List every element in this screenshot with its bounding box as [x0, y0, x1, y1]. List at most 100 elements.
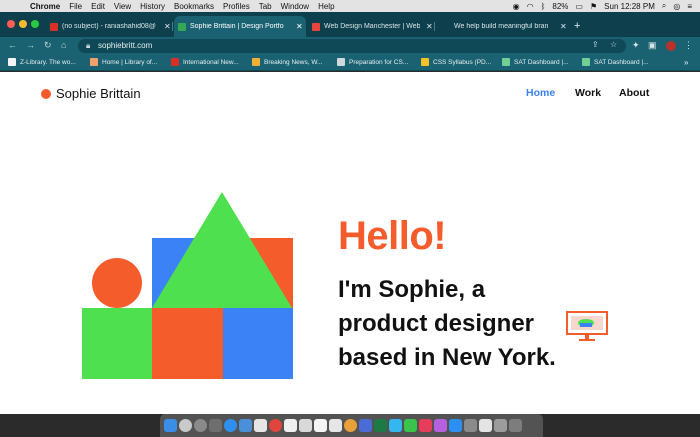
- tab-web-design-manchester[interactable]: Web Design Manchester | Web ✕: [308, 16, 434, 37]
- profile-avatar[interactable]: [666, 41, 676, 51]
- menu-help[interactable]: Help: [318, 2, 334, 11]
- messages-icon[interactable]: [389, 419, 402, 432]
- bookmark-label: Z-Library. The wo...: [20, 58, 76, 66]
- battery-percent[interactable]: 82%: [552, 2, 568, 11]
- rocket-icon[interactable]: [209, 419, 222, 432]
- finder-icon[interactable]: [164, 419, 177, 432]
- bookmark-item[interactable]: SAT Dashboard |...: [502, 58, 569, 66]
- side-panel-icon[interactable]: ▣: [648, 40, 657, 51]
- close-tab-icon[interactable]: ✕: [164, 22, 171, 31]
- menu-window[interactable]: Window: [281, 2, 309, 11]
- calendar-icon[interactable]: [284, 419, 297, 432]
- logo-dot-icon: [41, 88, 51, 99]
- menu-file[interactable]: File: [69, 2, 82, 11]
- new-tab-icon[interactable]: +: [574, 20, 580, 32]
- menu-profiles[interactable]: Profiles: [223, 2, 250, 11]
- chrome-icon[interactable]: [269, 419, 282, 432]
- menu-tab[interactable]: Tab: [259, 2, 272, 11]
- launchpad-icon[interactable]: [194, 419, 207, 432]
- reminders-icon[interactable]: [299, 419, 312, 432]
- more-bookmarks-icon[interactable]: »: [684, 58, 688, 67]
- safari-icon[interactable]: [224, 419, 237, 432]
- minimize-window-icon[interactable]: [19, 20, 27, 28]
- system-preferences-icon[interactable]: [464, 419, 477, 432]
- spotlight-icon[interactable]: ⌕: [662, 1, 666, 11]
- bookmark-item[interactable]: Z-Library. The wo...: [8, 58, 76, 66]
- trash-icon[interactable]: [509, 419, 522, 432]
- app-store-icon[interactable]: [449, 419, 462, 432]
- menu-extra-icon[interactable]: ◉: [513, 2, 520, 11]
- tab-title: Web Design Manchester | Web: [324, 23, 420, 30]
- reload-icon[interactable]: ↻: [44, 40, 52, 51]
- khan-icon: [582, 58, 590, 66]
- webdesign-favicon-icon: [312, 22, 320, 31]
- bookmark-label: International New...: [183, 58, 239, 66]
- back-icon[interactable]: ←: [8, 40, 17, 50]
- wifi-icon[interactable]: ◠: [527, 2, 534, 11]
- tab-title: Sophie Brittain | Design Portfo: [190, 23, 284, 30]
- zoom-window-icon[interactable]: [31, 20, 39, 28]
- orange-square-shape: [152, 308, 223, 379]
- chrome-menu-icon[interactable]: ⋮: [684, 40, 693, 51]
- nav-about[interactable]: About: [619, 87, 649, 99]
- downloads-icon[interactable]: [494, 419, 507, 432]
- menu-view[interactable]: View: [114, 2, 131, 11]
- bookmark-star-icon[interactable]: ☆: [610, 40, 617, 49]
- nav-work[interactable]: Work: [575, 87, 601, 99]
- contacts-icon[interactable]: [329, 419, 342, 432]
- home-icon[interactable]: ⌂: [61, 40, 66, 50]
- portfolio-favicon-icon: [178, 22, 186, 31]
- lock-icon[interactable]: 🔒︎: [86, 41, 90, 51]
- battery-icon[interactable]: ▭: [575, 2, 583, 11]
- close-tab-icon[interactable]: ✕: [560, 22, 567, 31]
- menu-app-name[interactable]: Chrome: [30, 2, 60, 11]
- bookmark-label: CSS Syllabus (PD...: [433, 58, 492, 66]
- share-icon[interactable]: ⇪: [592, 40, 599, 49]
- flag-icon[interactable]: ⚑: [590, 2, 597, 11]
- extensions-icon[interactable]: ✦: [632, 40, 640, 51]
- word-icon[interactable]: [359, 419, 372, 432]
- bluetooth-icon[interactable]: ᛒ: [541, 2, 546, 11]
- bookmark-item[interactable]: Breaking News, W...: [252, 58, 323, 66]
- notes-icon[interactable]: [254, 419, 267, 432]
- close-tab-icon[interactable]: ✕: [296, 22, 303, 31]
- siri-icon[interactable]: [179, 419, 192, 432]
- mail-icon[interactable]: [239, 419, 252, 432]
- bookmark-label: SAT Dashboard |...: [594, 58, 649, 66]
- music-icon[interactable]: [419, 419, 432, 432]
- podcasts-icon[interactable]: [434, 419, 447, 432]
- bookmark-item[interactable]: Home | Library of...: [90, 58, 157, 66]
- bookmark-item[interactable]: CSS Syllabus (PD...: [421, 58, 491, 66]
- url-text[interactable]: sophiebritt.com: [98, 41, 152, 50]
- bookmarks-bar: Z-Library. The wo... Home | Library of..…: [0, 55, 700, 71]
- brand-favicon-icon: [442, 23, 450, 31]
- tab-meaningful-brands[interactable]: We help build meaningful bran ✕: [438, 16, 568, 37]
- menu-bookmarks[interactable]: Bookmarks: [174, 2, 214, 11]
- bookmark-item[interactable]: International New...: [171, 58, 239, 66]
- siri-icon[interactable]: ◎: [673, 2, 680, 11]
- preview-icon[interactable]: [479, 419, 492, 432]
- address-bar[interactable]: 🔒︎ sophiebritt.com ⇪ ☆: [78, 39, 626, 53]
- tab-sophie-brittain[interactable]: Sophie Brittain | Design Portfo ✕: [174, 16, 306, 37]
- facetime-icon[interactable]: [404, 419, 417, 432]
- notes-app-icon[interactable]: [314, 419, 327, 432]
- close-tab-icon[interactable]: ✕: [426, 22, 433, 31]
- site-logo[interactable]: Sophie Brittain: [41, 86, 141, 101]
- forward-icon[interactable]: →: [26, 40, 35, 50]
- close-window-icon[interactable]: [7, 20, 15, 28]
- intro-line: product designer: [338, 310, 535, 337]
- photos-icon[interactable]: [344, 419, 357, 432]
- orange-circle-shape: [92, 258, 142, 308]
- menu-history[interactable]: History: [140, 2, 165, 11]
- clock[interactable]: Sun 12:28 PM: [604, 2, 655, 11]
- bookmark-item[interactable]: SAT Dashboard |...: [582, 58, 649, 66]
- bookmark-label: SAT Dashboard |...: [514, 58, 569, 66]
- bookmark-item[interactable]: Preparation for CS...: [337, 58, 408, 66]
- excel-icon[interactable]: [374, 419, 387, 432]
- tab-gmail[interactable]: (no subject) - raniashahid08@ ✕: [46, 16, 172, 37]
- hero-hello: Hello!: [338, 214, 447, 258]
- nav-home[interactable]: Home: [526, 87, 555, 99]
- control-center-icon[interactable]: ≡: [687, 2, 692, 11]
- menu-edit[interactable]: Edit: [91, 2, 105, 11]
- intro-line: I'm Sophie, a: [338, 276, 486, 303]
